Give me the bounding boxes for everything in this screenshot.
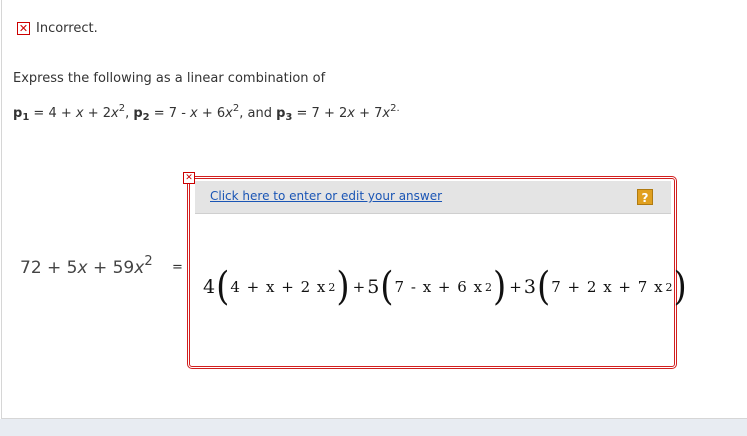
p1-x: x <box>75 106 84 121</box>
edit-answer-link[interactable]: Click here to enter or edit your answer <box>210 189 442 203</box>
p1-label: p <box>13 106 23 121</box>
p2-label: p <box>133 106 143 121</box>
power-1: 2 <box>328 280 336 294</box>
plus-2: + <box>509 278 522 296</box>
cropped-top-divider <box>30 0 190 3</box>
term-p3: 7 + 2 x + 7 x <box>551 278 664 296</box>
open-paren: ( <box>380 264 394 310</box>
close-paren: ) <box>336 264 350 310</box>
coefficient-1: 4 <box>203 276 216 298</box>
help-icon[interactable]: ? <box>637 189 653 205</box>
p2-expr-a: = 7 - <box>149 106 191 121</box>
polynomial-definitions: p1 = 4 + x + 2x2, p2 = 7 - x + 6x2, and … <box>13 103 400 123</box>
open-paren: ( <box>216 264 230 310</box>
equals-sign: = <box>172 260 183 275</box>
power-3: 2 <box>665 280 673 294</box>
term-p2: 7 - x + 6 x <box>394 278 484 296</box>
plus-1: + <box>352 278 366 296</box>
answer-area[interactable]: 4 ( 4 + x + 2 x 2 ) + 5 ( 7 - x + 6 x 2 … <box>195 214 687 364</box>
coefficient-2: 5 <box>367 276 380 298</box>
p2-subscript: 2 <box>142 112 150 123</box>
x-mark-icon: ✕ <box>17 22 30 35</box>
p3-expr-a: = 7 + 2 <box>292 106 348 121</box>
close-paren: ) <box>493 264 507 310</box>
p3-expr-b: + 7 <box>354 106 383 121</box>
status-text: Incorrect. <box>36 21 98 36</box>
p3-x: x <box>347 106 355 121</box>
question-prompt: Express the following as a linear combin… <box>13 71 326 86</box>
lhs-x2: x <box>134 258 145 278</box>
p1-expr-b: + 2 <box>83 106 112 121</box>
coefficient-3: 3 <box>523 276 536 298</box>
footer-strip <box>0 419 747 436</box>
power-2: 2 <box>485 280 493 294</box>
term-p1: 4 + x + 2 x <box>230 278 327 296</box>
p1-x2: x <box>111 106 119 121</box>
answer-expression: 4 ( 4 + x + 2 x 2 ) + 5 ( 7 - x + 6 x 2 … <box>203 264 688 310</box>
p1-expr-a: = 4 + <box>29 106 76 121</box>
p2-expr-b: + 6 <box>197 106 226 121</box>
close-paren: ) <box>673 264 687 310</box>
lhs-power: 2 <box>144 254 153 269</box>
open-paren: ( <box>536 264 551 310</box>
p2-separator: , and <box>239 106 277 121</box>
target-polynomial: 72 + 5x + 59x2 <box>20 254 153 278</box>
x-mark-icon: ✕ <box>183 172 195 184</box>
p2-x2: x <box>225 106 233 121</box>
p3-x2: x <box>382 106 391 121</box>
result-status: ✕ Incorrect. <box>17 21 98 36</box>
lhs-x: x <box>77 258 88 278</box>
p3-power: 2. <box>390 103 400 114</box>
lhs-part-a: 72 + 5 <box>20 258 78 278</box>
lhs-part-b: + 59 <box>87 258 135 278</box>
p2-x: x <box>190 106 198 121</box>
answer-toolbar: Click here to enter or edit your answer … <box>195 181 671 214</box>
